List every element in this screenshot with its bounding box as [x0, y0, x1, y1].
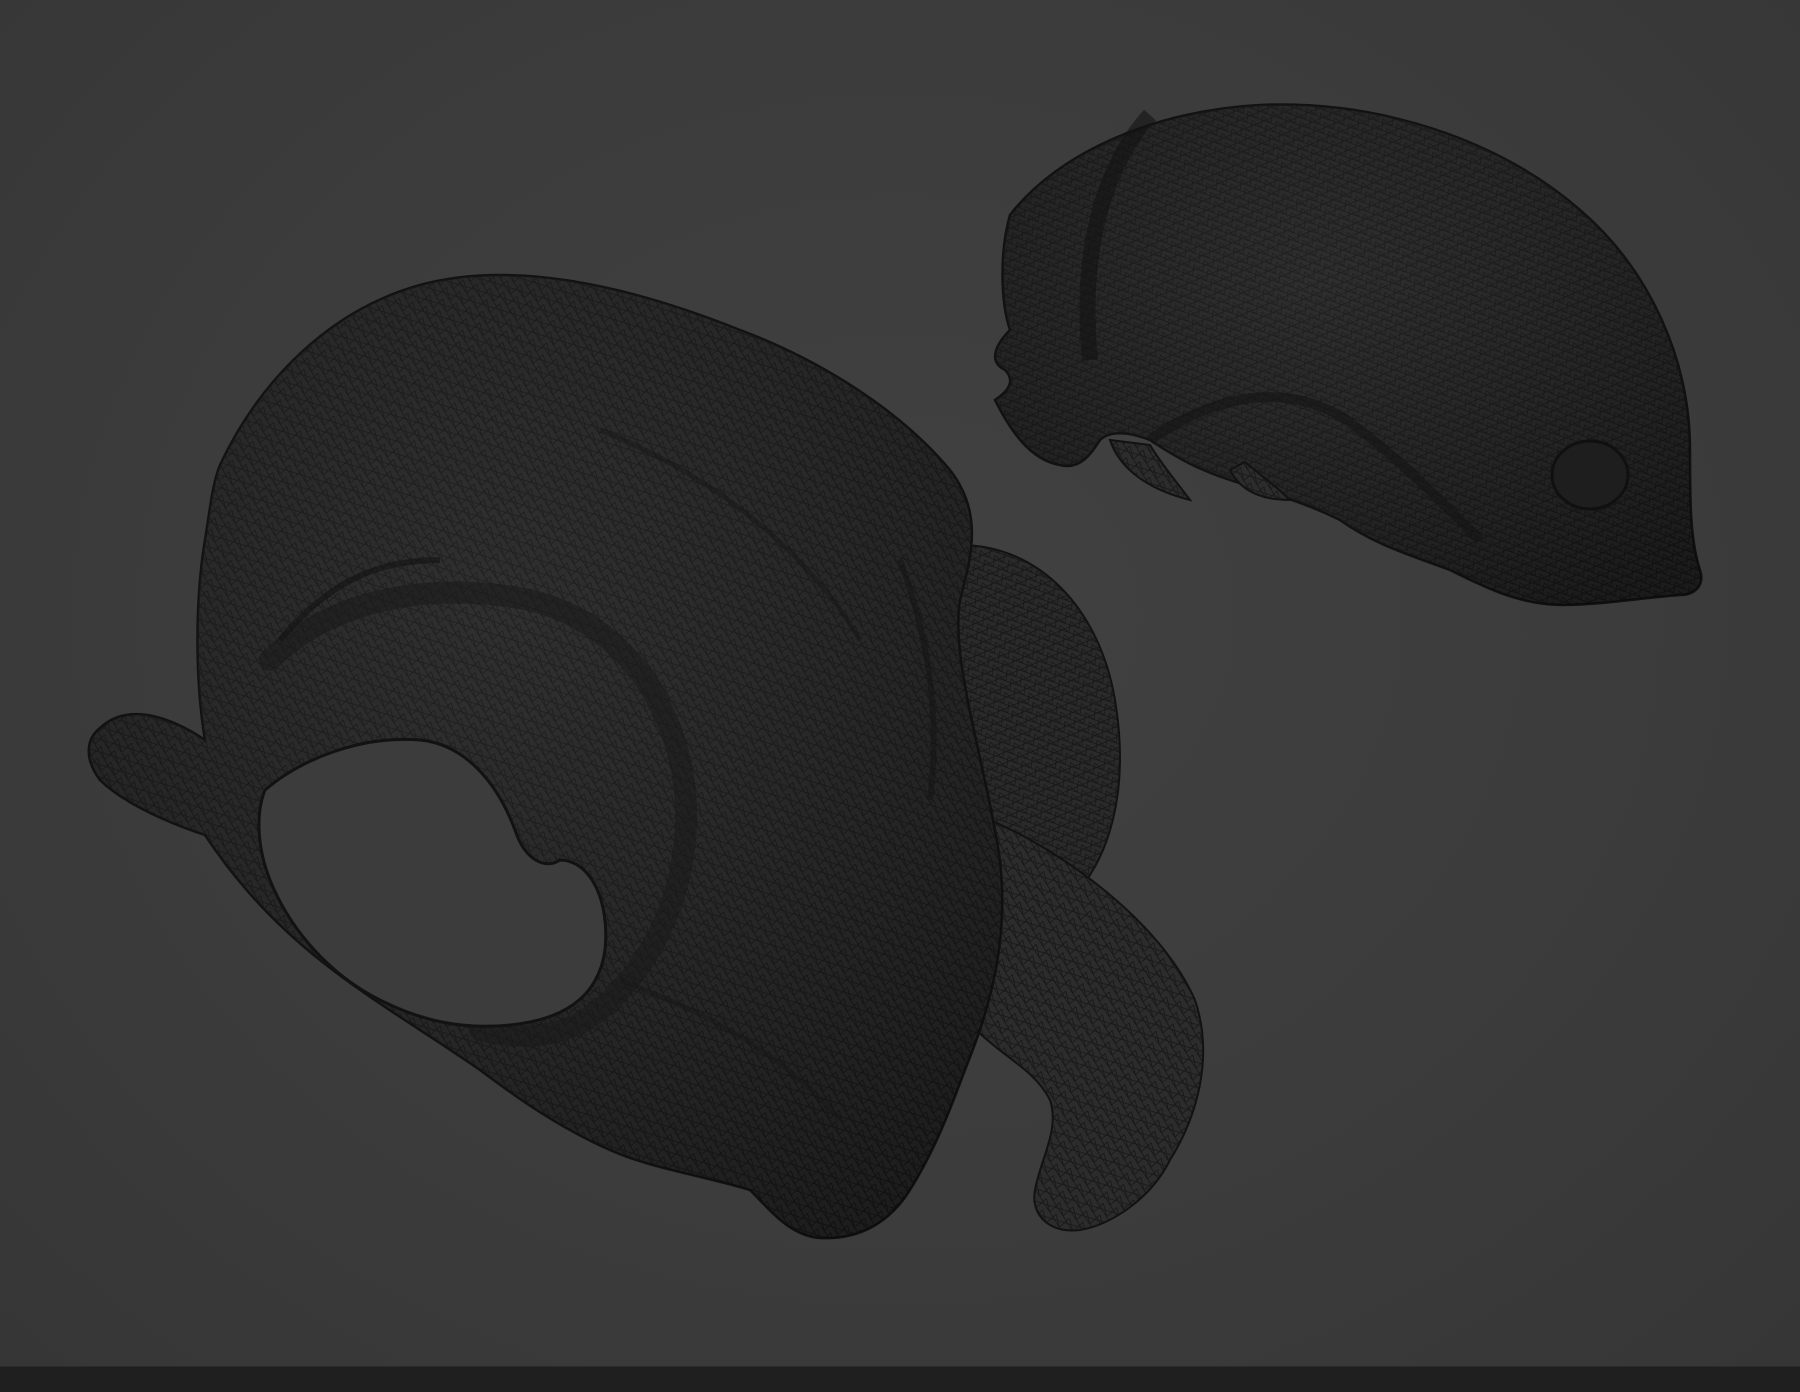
status-bar — [0, 1366, 1800, 1392]
skull-small-eye-socket — [1550, 439, 1630, 511]
viewport-canvas[interactable] — [0, 0, 1800, 1366]
skull-mesh-small[interactable] — [993, 103, 1703, 607]
3d-viewport[interactable] — [0, 0, 1800, 1366]
